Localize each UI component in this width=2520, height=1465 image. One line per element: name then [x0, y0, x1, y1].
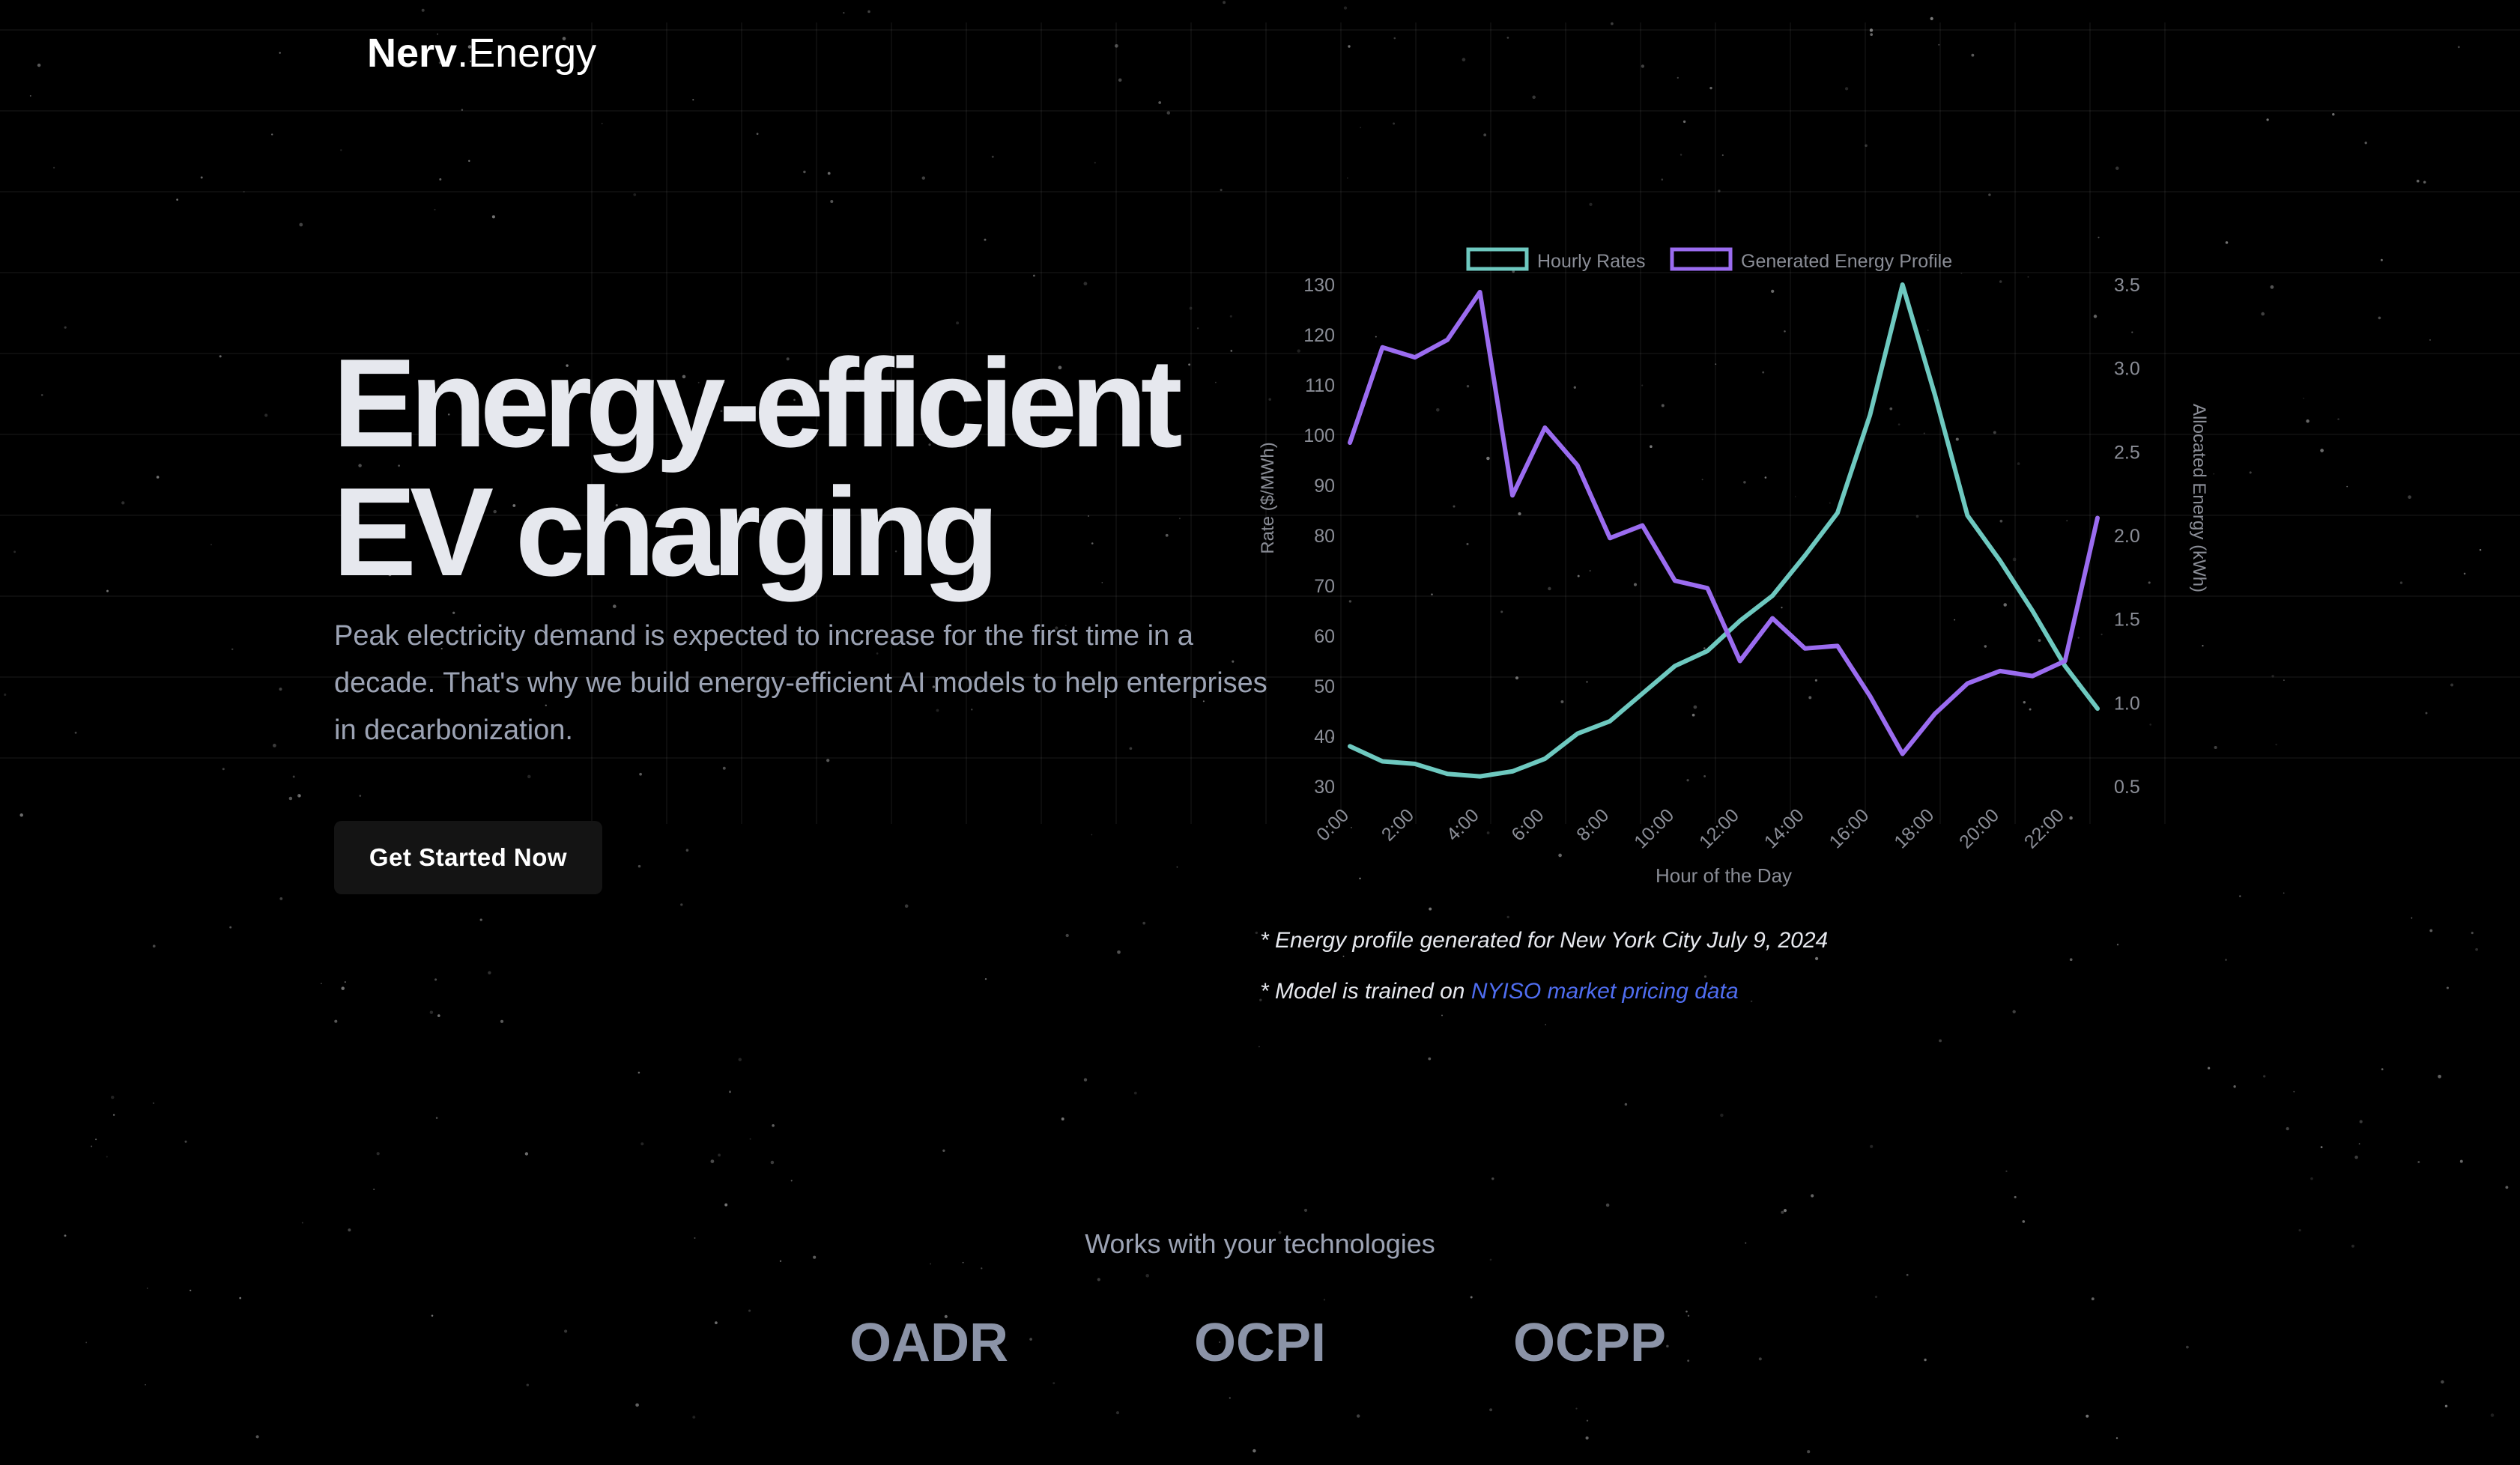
energy-chart-svg: 30 40 50 60 70 80 90 100 110 120 130 0.5 1.0 1.5 2.0 2.…: [1258, 247, 2209, 887]
get-started-button[interactable]: Get Started Now: [334, 821, 602, 894]
x-tick-label: 12:00: [1695, 804, 1743, 852]
y-tick-label-left: 70: [1314, 576, 1335, 597]
chart-note-2: * Model is trained on NYISO market prici…: [1260, 966, 1828, 1017]
tech-logo-ocpp: OCPP: [1512, 1313, 1667, 1373]
tech-logo-oadr: OADR: [849, 1313, 1008, 1373]
y-tick-label-left: 60: [1314, 626, 1335, 647]
legend-label: Hourly Rates: [1537, 251, 1646, 272]
y-tick-label-left: 30: [1314, 777, 1335, 798]
hero-title-line-1: Energy-efficient: [333, 333, 1183, 473]
x-tick-label: 6:00: [1507, 804, 1548, 845]
x-tick-label: 20:00: [1955, 804, 2003, 852]
technologies-heading: Works with your technologies: [1085, 1228, 1435, 1259]
y-tick-label-left: 40: [1314, 727, 1335, 747]
x-tick-label: 0:00: [1312, 804, 1353, 845]
nyiso-data-link[interactable]: NYISO market pricing data: [1471, 979, 1739, 1004]
y-tick-label-left: 50: [1314, 676, 1335, 697]
x-tick-label: 14:00: [1760, 804, 1808, 852]
x-axis-label: Hour of the Day: [1656, 864, 1792, 887]
y-tick-label-left: 90: [1314, 476, 1335, 497]
tech-logo-ocpi: OCPI: [1193, 1313, 1327, 1373]
legend-label: Generated Energy Profile: [1741, 251, 1952, 272]
chart-note-2-prefix: * Model is trained on: [1260, 979, 1471, 1004]
hero-description: Peak electricity demand is expected to i…: [334, 620, 1267, 746]
energy-chart: 30 40 50 60 70 80 90 100 110 120 130 0.5 1.0 1.5 2.0 2.…: [1244, 225, 2209, 899]
y-tick-label-left: 120: [1303, 325, 1335, 346]
y-tick-label-right: 3.0: [2114, 359, 2140, 380]
x-tick-label: 18:00: [1890, 804, 1938, 852]
y-axis-label-right: Allocated Energy (kWh): [2189, 404, 2209, 592]
y-tick-label-right: 2.0: [2114, 526, 2140, 547]
y-tick-label-left: 130: [1303, 275, 1335, 296]
x-tick-label: 4:00: [1443, 804, 1483, 845]
logo-light-text: .Energy: [457, 31, 597, 76]
y-tick-label-right: 2.5: [2114, 442, 2140, 463]
hero-title-line-2: EV charging: [333, 461, 999, 602]
series-line: [1348, 290, 2100, 756]
y-tick-label-left: 80: [1314, 526, 1335, 547]
y-tick-label-right: 0.5: [2114, 777, 2140, 798]
x-tick-label: 22:00: [2020, 804, 2068, 852]
technologies-logos: OADR OCPI OCPP: [0, 1312, 2520, 1380]
x-tick-label: 16:00: [1825, 804, 1873, 852]
y-tick-label-right: 3.5: [2114, 275, 2140, 296]
landing-page: Nerv.Energy Energy-efficient EV charging…: [0, 0, 2520, 1465]
x-tick-label: 2:00: [1378, 804, 1418, 845]
series-line: [1348, 282, 2100, 779]
x-tick-label: 10:00: [1630, 804, 1678, 852]
chart-note-1: * Energy profile generated for New York …: [1260, 928, 1829, 953]
y-tick-label-right: 1.5: [2114, 610, 2140, 631]
brand-logo[interactable]: Nerv.Energy: [367, 30, 596, 76]
logo-bold-text: Nerv: [367, 31, 458, 76]
legend-swatch: [1670, 247, 1733, 271]
y-tick-label-right: 1.0: [2114, 693, 2140, 714]
y-tick-label-left: 110: [1305, 375, 1335, 396]
legend-swatch: [1466, 247, 1529, 271]
x-tick-label: 8:00: [1572, 804, 1613, 845]
hero-title: Energy-efficient EV charging: [333, 339, 1306, 596]
y-tick-label-left: 100: [1303, 425, 1335, 446]
y-axis-label-left: Rate ($/MWh): [1258, 442, 1278, 553]
chart-notes: * Energy profile generated for New York …: [1260, 915, 1828, 1017]
